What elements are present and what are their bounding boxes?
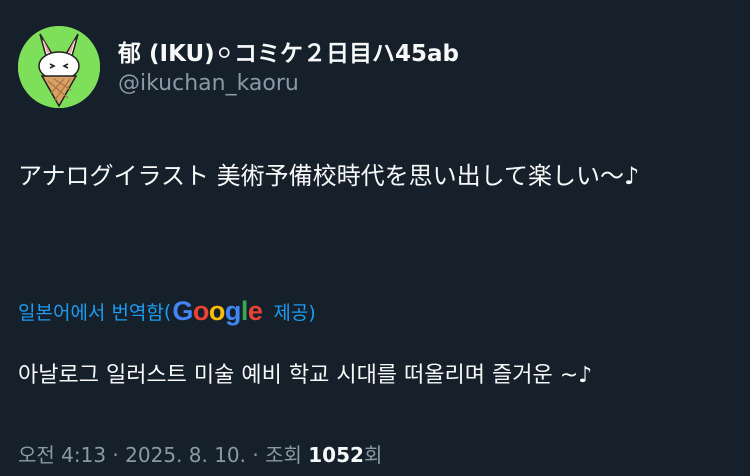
tweet-text: アナログイラスト 美術予備校時代を思い出して楽しい～♪: [18, 162, 640, 190]
views-count: 1052: [308, 443, 364, 467]
rabbit-ice-cream-avatar-icon: [18, 26, 100, 108]
views-suffix: 회: [363, 443, 383, 467]
translation-label: 일본어에서 번역함: [18, 302, 164, 324]
views-label: 조회: [265, 443, 302, 467]
google-logo: Google: [172, 296, 263, 326]
avatar[interactable]: [18, 26, 100, 108]
translation-attribution[interactable]: 일본어에서 번역함 ( Google 제공): [18, 296, 316, 327]
translated-text: 아날로그 일러스트 미술 예비 학교 시대를 떠올리며 즐거운 ~♪: [18, 363, 593, 388]
paren-open: (: [163, 300, 172, 323]
separator: ·: [106, 443, 126, 467]
provided-label: 제공): [273, 302, 316, 324]
user-handle[interactable]: @ikuchan_kaoru: [118, 71, 299, 96]
tweet-time[interactable]: 오전 4:13: [18, 443, 106, 467]
separator: ·: [246, 443, 266, 467]
tweet-metadata: 오전 4:13 · 2025. 8. 10. · 조회 1052회: [18, 439, 382, 468]
tweet: 郁 (IKU)⚪コミケ２日目ハ45ab @ikuchan_kaoru アナログイ…: [0, 0, 750, 476]
display-name[interactable]: 郁 (IKU)⚪コミケ２日目ハ45ab: [118, 34, 459, 68]
tweet-date[interactable]: 2025. 8. 10.: [125, 443, 246, 467]
